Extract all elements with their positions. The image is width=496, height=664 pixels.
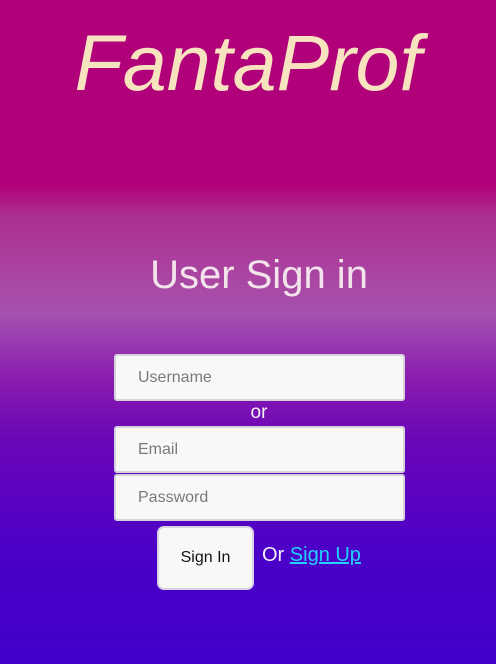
page-title: User Sign in [150, 253, 368, 297]
password-input[interactable] [114, 474, 405, 521]
or-separator: or [250, 402, 268, 423]
sign-up-link[interactable]: Sign Up [290, 544, 361, 566]
or-label: Or [262, 544, 285, 566]
sign-up-prompt: Or Sign Up [262, 543, 361, 567]
app-logo-title: FantaProf [74, 18, 422, 107]
sign-in-button[interactable]: Sign In [157, 526, 254, 590]
username-input[interactable] [114, 354, 405, 401]
email-input[interactable] [114, 426, 405, 473]
